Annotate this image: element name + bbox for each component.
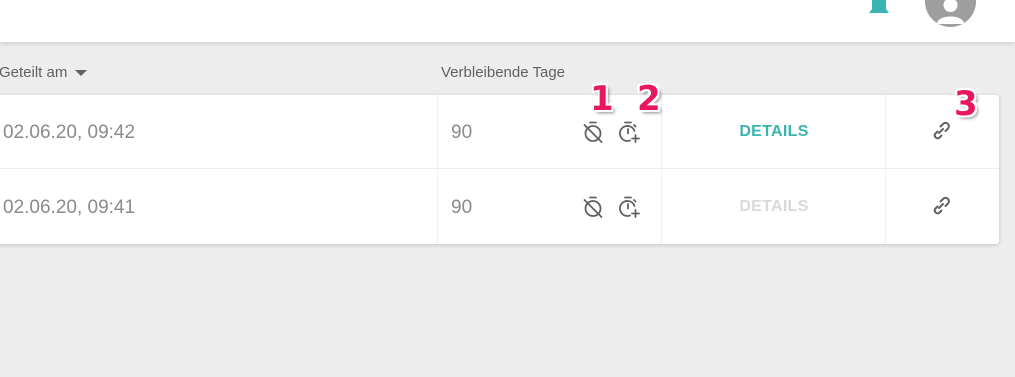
annotation-marker-3: 3 (954, 84, 978, 124)
details-button-disabled: DETAILS (739, 198, 809, 215)
bell-icon[interactable] (866, 0, 892, 18)
table-row: 02.06.20, 09:41 90 DETAILS (0, 170, 999, 244)
link-icon[interactable] (929, 119, 953, 143)
top-app-bar (0, 0, 1015, 42)
link-icon[interactable] (929, 194, 953, 218)
sort-down-icon[interactable] (75, 70, 88, 76)
details-button[interactable]: DETAILS (662, 123, 886, 141)
avatar[interactable] (925, 0, 976, 27)
column-header-shared-on-label: Geteilt am (0, 64, 68, 81)
column-header-remaining-days: Verbleibende Tage (441, 64, 565, 81)
timer-add-icon[interactable] (617, 120, 641, 144)
shared-date: 02.06.20, 09:42 (3, 122, 136, 143)
timer-off-icon[interactable] (581, 195, 605, 219)
column-divider (437, 170, 438, 244)
shared-date: 02.06.20, 09:41 (3, 197, 136, 218)
timer-off-icon[interactable] (581, 120, 605, 144)
column-header-shared-on[interactable]: Geteilt am (0, 64, 88, 81)
annotation-marker-1: 1 (590, 79, 614, 119)
remaining-days: 90 (451, 197, 473, 218)
column-divider (437, 95, 438, 169)
timer-add-icon[interactable] (617, 195, 641, 219)
column-divider (885, 170, 886, 244)
column-divider (885, 95, 886, 169)
person-icon (937, 0, 964, 24)
annotation-marker-2: 2 (637, 79, 661, 119)
shares-table: 02.06.20, 09:42 90 DETAILS 02.06.20, 09:… (0, 95, 999, 244)
table-header: Geteilt am Verbleibende Tage (0, 60, 1000, 86)
remaining-days: 90 (451, 122, 473, 143)
table-row: 02.06.20, 09:42 90 DETAILS (0, 95, 999, 169)
